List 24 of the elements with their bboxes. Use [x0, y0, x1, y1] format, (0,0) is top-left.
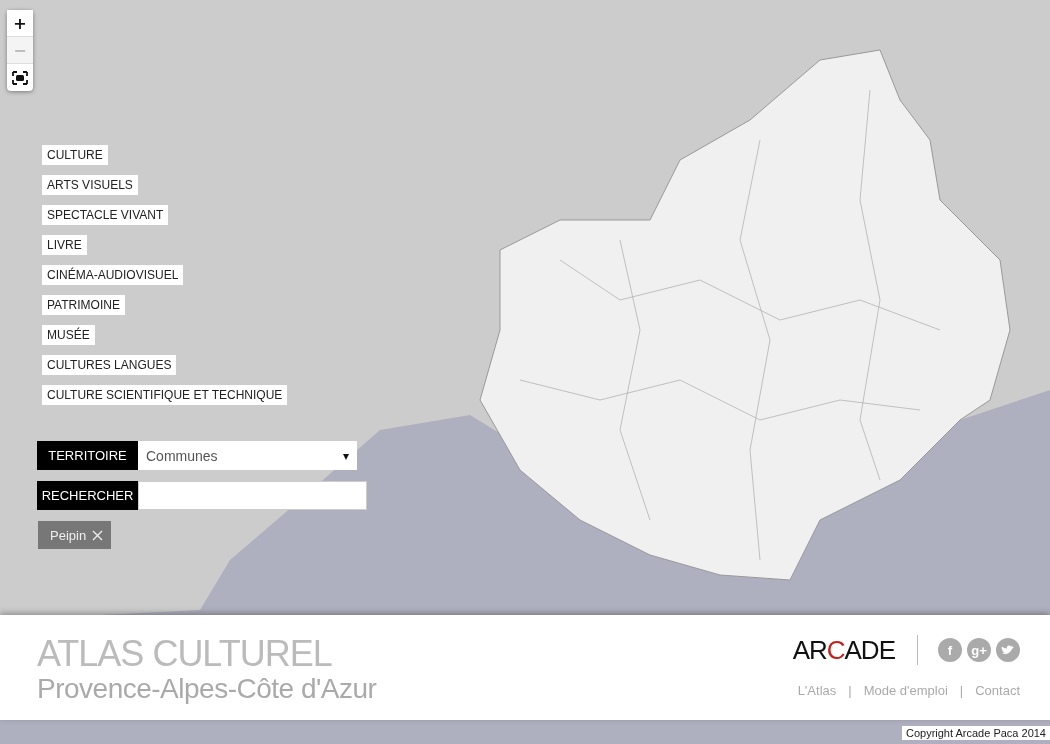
category-menu-item[interactable]: SPECTACLE VIVANT — [42, 205, 169, 225]
site-title: ATLAS CULTUREL — [37, 635, 333, 673]
territory-select[interactable]: Communes ▾ — [138, 441, 357, 470]
category-menu-item[interactable]: PATRIMOINE — [42, 295, 125, 315]
category-menu-item[interactable]: ARTS VISUELS — [42, 175, 138, 195]
category-menu-item[interactable]: LIVRE — [42, 235, 87, 255]
territory-label: TERRITOIRE — [37, 441, 138, 470]
category-menu-item[interactable]: CULTURES LANGUES — [42, 355, 177, 375]
category-menu-item[interactable]: MUSÉE — [42, 325, 95, 345]
brand-logo[interactable]: ARCADE — [792, 635, 918, 665]
category-menu-item[interactable]: CULTURE — [42, 145, 108, 165]
bird-icon[interactable] — [996, 638, 1020, 662]
link-separator: | — [959, 683, 964, 698]
site-subtitle: Provence-Alpes-Côte d'Azur — [37, 673, 377, 705]
search-field[interactable] — [138, 481, 367, 510]
link-separator: | — [848, 683, 852, 698]
zoom-in-button[interactable]: + — [7, 10, 33, 37]
category-menu-item[interactable]: CULTURE SCIENTIFIQUE ET TECHNIQUE — [42, 385, 288, 405]
close-icon[interactable] — [92, 529, 104, 541]
fullscreen-icon[interactable] — [12, 70, 28, 85]
copyright-text: Copyright Arcade Paca 2014 — [901, 726, 1050, 740]
category-menu-item[interactable]: CINÉMA-AUDIOVISUEL — [42, 265, 184, 285]
search-label: RECHERCHER — [37, 481, 138, 510]
filter-tag[interactable]: Peipin — [38, 521, 112, 549]
